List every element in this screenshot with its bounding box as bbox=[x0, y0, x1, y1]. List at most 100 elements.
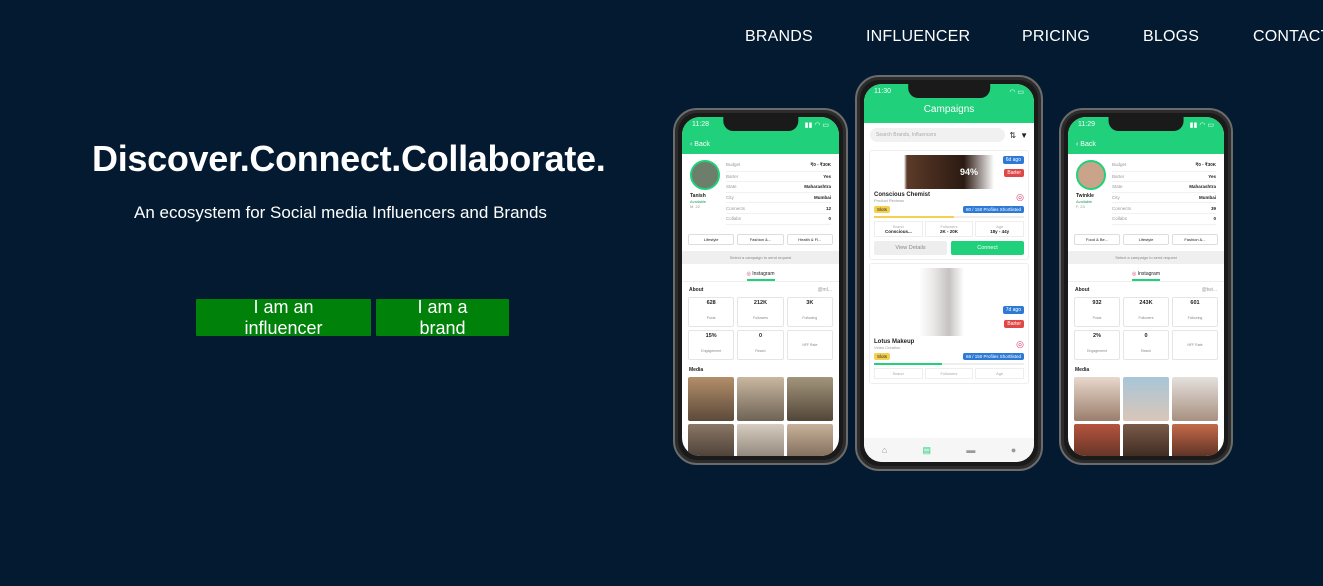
stat-label: Reach bbox=[755, 348, 766, 353]
category-chip: Fashion &... bbox=[1172, 233, 1218, 245]
detail-row: Budget ₹0 - ₹30K bbox=[1112, 160, 1216, 172]
brand-button[interactable]: I am a brand bbox=[376, 297, 509, 338]
stat-label: Following bbox=[1187, 315, 1203, 320]
influencer-button[interactable]: I am an influencer bbox=[196, 297, 371, 338]
category-chips: Food & Be... Lifestyle Fashion &... bbox=[1068, 231, 1224, 248]
info-cell: Brand bbox=[874, 368, 923, 379]
detail-key: City bbox=[726, 195, 734, 201]
media-grid bbox=[682, 375, 839, 456]
detail-key: Connects bbox=[726, 205, 746, 211]
nav-brands[interactable]: BRANDS bbox=[745, 28, 813, 46]
about-heading: About bbox=[689, 286, 704, 293]
stat-value: 601 bbox=[1190, 299, 1200, 306]
signal-icon: ▮▮ ◠ ▭ bbox=[804, 122, 829, 129]
campaign-card[interactable]: 7d ago Barter Lotus Makeup Video Creatio… bbox=[869, 263, 1029, 384]
category-chip: Fashion &... bbox=[737, 233, 784, 245]
info-cell-value: 2K - 20K bbox=[940, 229, 959, 234]
profile-header: Twinkle Available F, 23 Budget ₹0 - ₹30K B… bbox=[1068, 154, 1224, 231]
category-chip: Health & Fi... bbox=[786, 233, 833, 245]
detail-value: 12 bbox=[825, 205, 831, 211]
category-chip: Food & Be... bbox=[1074, 233, 1120, 245]
campaign-card[interactable]: 94% 6d ago Barter Conscious Chemist Prod… bbox=[869, 150, 1029, 260]
detail-value: Yes bbox=[823, 173, 831, 179]
status-time: 11:30 bbox=[874, 88, 891, 95]
campaign-image: 7d ago Barter bbox=[874, 268, 1024, 336]
info-cell-label: Followers bbox=[940, 371, 958, 376]
stat-value: 2% bbox=[1093, 332, 1101, 339]
hero-title: Discover.Connect.Collaborate. bbox=[92, 138, 606, 179]
nav-blogs[interactable]: BLOGS bbox=[1143, 28, 1199, 46]
stat-label: Posts bbox=[1092, 315, 1102, 320]
media-thumb bbox=[1074, 423, 1120, 456]
detail-value: Maharashtra bbox=[804, 184, 831, 190]
slots-badge: Slots bbox=[874, 206, 891, 213]
stat-value: 0 bbox=[1144, 332, 1148, 339]
detail-row: State Maharashtra bbox=[726, 182, 831, 193]
status-time: 11:28 bbox=[692, 121, 709, 128]
phone-mockup-influencer-profile: 11:28 ▮▮ ◠ ▭ ‹ Back Tanish Available M, 2… bbox=[673, 108, 848, 465]
home-icon[interactable]: ⌂ bbox=[882, 445, 887, 455]
media-thumb bbox=[1123, 423, 1169, 456]
chat-icon[interactable]: ▬ bbox=[966, 445, 975, 455]
age-badge: 7d ago bbox=[1002, 306, 1024, 314]
back-link: ‹ Back bbox=[682, 139, 839, 154]
stat-box: NFF Rate bbox=[1172, 329, 1218, 360]
campaigns-icon[interactable]: ▤ bbox=[923, 445, 932, 456]
detail-key: State bbox=[726, 184, 737, 190]
info-cell: Followers bbox=[924, 368, 974, 379]
signal-icon: ◠ ▭ bbox=[1009, 89, 1024, 96]
barter-badge: Barter bbox=[1004, 169, 1024, 177]
stat-box: 628 Posts bbox=[688, 296, 735, 327]
shortlisted-badge: 68 / 150 Profiles Shortlisted bbox=[962, 353, 1024, 360]
stat-value: 243K bbox=[1139, 299, 1153, 306]
info-cell-value: 18y - 44y bbox=[990, 229, 1010, 234]
stat-label: Followers bbox=[1138, 315, 1154, 320]
instagram-icon: ◎ bbox=[1132, 270, 1137, 281]
status-time: 11:29 bbox=[1078, 121, 1095, 128]
detail-value: 39 bbox=[1210, 205, 1216, 211]
media-heading: Media bbox=[689, 366, 704, 373]
detail-row: Connects 12 bbox=[726, 203, 831, 214]
hero-subtitle: An ecosystem for Social media Influencer… bbox=[134, 203, 547, 222]
detail-row: Barter Yes bbox=[726, 172, 831, 183]
avatar bbox=[1076, 160, 1106, 190]
campaign-info-cells: Brand Followers Age bbox=[874, 368, 1025, 379]
view-details-button[interactable]: View Details bbox=[874, 241, 947, 255]
info-cell-value: Conscious... bbox=[884, 229, 912, 234]
detail-row: Connects 39 bbox=[1112, 203, 1216, 214]
media-grid bbox=[1068, 375, 1224, 456]
page-title: Campaigns bbox=[864, 98, 1034, 123]
detail-row: Collabs 0 bbox=[1112, 214, 1216, 225]
profile-icon[interactable]: ● bbox=[1011, 445, 1016, 455]
phone-screen: 11:29 ▮▮ ◠ ▭ ‹ Back Twinkle Available F, … bbox=[1068, 117, 1224, 456]
stat-box: 15% Engagement bbox=[688, 329, 735, 360]
detail-row: State Maharashtra bbox=[1112, 182, 1216, 193]
sort-icon[interactable]: ⇅ bbox=[1009, 131, 1016, 140]
nav-pricing[interactable]: PRICING bbox=[1022, 28, 1090, 46]
media-heading: Media bbox=[1075, 366, 1090, 373]
nav-contact[interactable]: CONTACT bbox=[1253, 28, 1323, 46]
connect-button[interactable]: Connect bbox=[951, 241, 1024, 255]
detail-value: ₹0 - ₹30K bbox=[1195, 162, 1216, 168]
filter-icon[interactable]: ▼ bbox=[1020, 131, 1028, 140]
category-chips: Lifestyle Fashion &... Health & Fi... bbox=[682, 231, 839, 248]
slots-progress bbox=[874, 216, 1024, 218]
detail-key: Barter bbox=[726, 173, 739, 179]
campaign-image: 94% 6d ago Barter bbox=[874, 155, 1024, 189]
detail-key: Collabs bbox=[726, 216, 742, 222]
stat-box: 0 Reach bbox=[737, 329, 784, 360]
info-cell-label: Brand bbox=[892, 371, 904, 376]
stat-label: NFF Rate bbox=[802, 342, 818, 347]
detail-row: Budget ₹0 - ₹30K bbox=[726, 160, 831, 172]
detail-key: Barter bbox=[1112, 173, 1125, 179]
slots-badge: Slots bbox=[874, 353, 891, 360]
campaign-category: Video Creation bbox=[874, 345, 901, 350]
category-chip: Lifestyle bbox=[1123, 233, 1169, 245]
nav-influencer[interactable]: INFLUENCER bbox=[866, 28, 970, 46]
media-thumb bbox=[1172, 376, 1218, 421]
detail-value: Mumbai bbox=[1198, 195, 1216, 201]
search-input[interactable]: Search Brands, Influencers bbox=[870, 128, 1006, 142]
media-thumb bbox=[737, 376, 784, 421]
detail-key: City bbox=[1112, 195, 1120, 201]
phone-screen: 11:30 ◠ ▭ Campaigns Search Brands, Influe… bbox=[864, 84, 1034, 462]
